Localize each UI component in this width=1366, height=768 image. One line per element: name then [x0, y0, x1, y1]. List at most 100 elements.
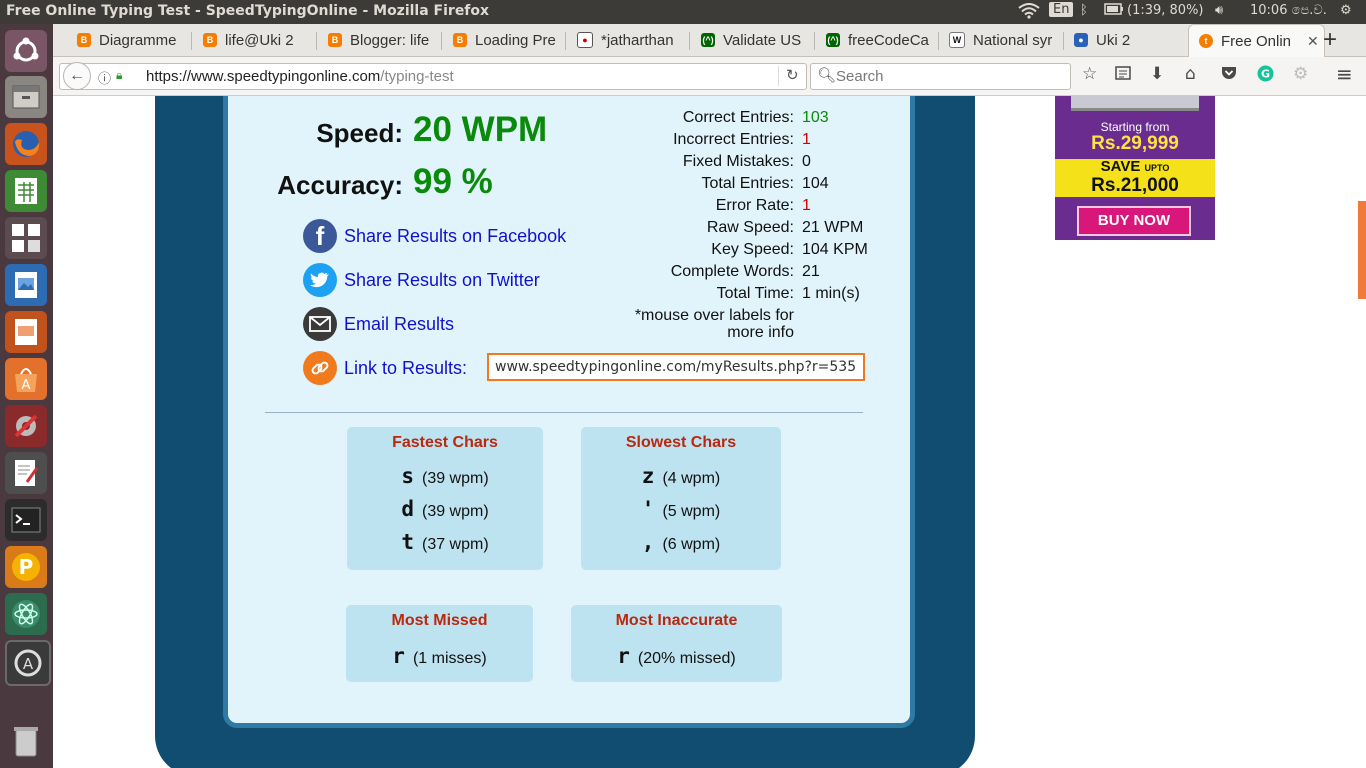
- tab-uki-2[interactable]: ● Uki 2: [1074, 24, 1174, 56]
- stat-value: 1: [802, 197, 811, 214]
- wikipedia-icon: W: [949, 32, 965, 48]
- search-input[interactable]: 🔍︎ Search: [810, 63, 1071, 90]
- tab-label: Uki 2: [1096, 31, 1131, 49]
- tab-free-online-active[interactable]: t Free Onlin ✕: [1188, 24, 1325, 57]
- bookmark-star-icon[interactable]: ☆: [1082, 64, 1097, 84]
- facebook-icon[interactable]: f: [303, 219, 337, 253]
- atom-editor-icon[interactable]: [5, 593, 47, 635]
- back-arrow-icon[interactable]: ←: [63, 62, 91, 90]
- url-bar[interactable]: ← ⓘ 🔒︎ https://www.speedtypingonline.com…: [59, 62, 807, 90]
- ad-price: Rs.29,999: [1091, 133, 1179, 154]
- ubuntu-dash-icon[interactable]: [5, 30, 47, 72]
- blogger-icon: B: [77, 33, 91, 47]
- clock[interactable]: 10:06 පෙ.ව.: [1250, 3, 1327, 18]
- stat-label[interactable]: Raw Speed:: [594, 219, 794, 237]
- share-twitter-row[interactable]: Share Results on Twitter: [303, 263, 540, 297]
- battery-icon[interactable]: [1104, 3, 1124, 19]
- most-missed-box: Most Missed r (1 misses): [346, 605, 533, 682]
- svg-text:G: G: [1261, 68, 1270, 81]
- stats-note-line: *mouse over labels for: [634, 307, 794, 324]
- stat-value: 104: [802, 175, 829, 192]
- firefox-icon[interactable]: [5, 123, 47, 165]
- wifi-icon[interactable]: [1018, 3, 1040, 23]
- section-divider: [265, 412, 863, 413]
- software-center-icon[interactable]: A: [5, 358, 47, 400]
- reading-list-icon[interactable]: [1115, 65, 1131, 86]
- files-icon[interactable]: [5, 76, 47, 118]
- stat-label[interactable]: Correct Entries:: [594, 109, 794, 127]
- share-twitter-link[interactable]: Share Results on Twitter: [344, 270, 540, 291]
- email-envelope-icon[interactable]: [303, 307, 337, 341]
- tab-life-uki[interactable]: Blife@Uki 2: [203, 24, 313, 56]
- share-facebook-link[interactable]: Share Results on Facebook: [344, 226, 566, 247]
- firefox-tab-bar: B Diagramme Blife@Uki 2 B Blogger: life BL…: [53, 24, 1366, 57]
- blogger-icon: B: [203, 33, 217, 47]
- software-updater-icon[interactable]: A: [5, 640, 51, 686]
- blogger-icon: B: [328, 33, 342, 47]
- most-inaccurate-title: Most Inaccurate: [615, 612, 738, 629]
- buy-now-button[interactable]: BUY NOW: [1077, 206, 1191, 236]
- settings-gear-icon[interactable]: ⚙: [1340, 3, 1352, 18]
- home-icon[interactable]: ⌂: [1185, 64, 1196, 84]
- fastest-chars-title: Fastest Chars: [392, 434, 498, 451]
- keyboard-layout-indicator[interactable]: En: [1049, 2, 1074, 17]
- info-icon[interactable]: ⓘ: [98, 68, 111, 87]
- keyboard-app-icon[interactable]: [5, 217, 47, 259]
- tab-validate-us[interactable]: (^) Validate US: [701, 24, 805, 56]
- stat-value: 0: [802, 153, 811, 170]
- tab-label: Free Onlin: [1221, 32, 1292, 50]
- tab-label: Validate US: [723, 31, 802, 49]
- tab-freecodecamp[interactable]: (^) freeCodeCa: [826, 24, 930, 56]
- search-icon: 🔍︎: [817, 67, 837, 84]
- stat-label[interactable]: Fixed Mistakes:: [594, 153, 794, 171]
- most-missed-row: r (1 misses): [392, 644, 487, 668]
- stat-value: 103: [802, 109, 829, 126]
- most-missed-title: Most Missed: [391, 612, 488, 629]
- link-results-row: Link to Results:: [303, 351, 467, 385]
- email-results-row[interactable]: Email Results: [303, 307, 454, 341]
- twitter-icon[interactable]: [303, 263, 337, 297]
- pidgin-p-icon[interactable]: P: [5, 546, 47, 588]
- results-link-field[interactable]: [487, 353, 865, 381]
- fastest-char-row: s (39 wpm): [401, 464, 489, 488]
- pocket-icon[interactable]: [1221, 65, 1237, 86]
- hamburger-menu-icon[interactable]: ≡: [1336, 62, 1353, 86]
- stat-label[interactable]: Key Speed:: [594, 241, 794, 259]
- spreadsheet-icon[interactable]: [5, 170, 47, 212]
- grammarly-icon[interactable]: G: [1257, 65, 1274, 87]
- volume-icon[interactable]: 🔊︎: [1215, 3, 1223, 18]
- advertisement-banner[interactable]: Starting from Rs.29,999 SAVE UPTO Rs.21,…: [1055, 96, 1215, 240]
- bluetooth-icon[interactable]: ᛒ: [1080, 3, 1088, 18]
- tab-loading-pre[interactable]: B Loading Pre: [453, 24, 557, 56]
- text-editor-icon[interactable]: [5, 452, 47, 494]
- tab-diagramme[interactable]: B Diagramme: [77, 24, 187, 56]
- stats-note-line: more info: [727, 324, 794, 341]
- email-results-link[interactable]: Email Results: [344, 314, 454, 335]
- presentation-icon[interactable]: [5, 311, 47, 353]
- stats-note: *mouse over labels for more info: [613, 307, 794, 341]
- page-scrollbar-thumb[interactable]: [1358, 201, 1366, 299]
- stat-label[interactable]: Total Time:: [594, 285, 794, 303]
- stat-label[interactable]: Incorrect Entries:: [594, 131, 794, 149]
- stat-label[interactable]: Total Entries:: [594, 175, 794, 193]
- trash-icon[interactable]: [5, 720, 47, 762]
- reload-icon[interactable]: ↻: [786, 66, 799, 84]
- speedtyping-icon: t: [1199, 34, 1213, 48]
- extension-icon[interactable]: ⚙: [1293, 64, 1308, 84]
- image-viewer-icon[interactable]: [5, 264, 47, 306]
- stat-label[interactable]: Complete Words:: [594, 263, 794, 281]
- tab-national-syr[interactable]: W National syr: [949, 24, 1059, 56]
- new-tab-plus-icon[interactable]: +: [1323, 24, 1343, 56]
- ad-starting-from: Starting from: [1100, 120, 1170, 134]
- download-icon[interactable]: ⬇: [1150, 64, 1164, 84]
- system-settings-icon[interactable]: [5, 405, 47, 447]
- stat-label[interactable]: Error Rate:: [594, 197, 794, 215]
- system-top-panel: Free Online Typing Test - SpeedTypingOnl…: [0, 0, 1366, 24]
- tab-jatharthan[interactable]: ● *jatharthan: [577, 24, 681, 56]
- close-tab-icon[interactable]: ✕: [1307, 33, 1319, 50]
- tab-blogger-life[interactable]: B Blogger: life: [328, 24, 432, 56]
- unity-launcher: A P A: [0, 24, 53, 768]
- ad-save-amount: Rs.21,000: [1091, 175, 1179, 196]
- share-facebook-row[interactable]: f Share Results on Facebook: [303, 219, 566, 253]
- terminal-icon[interactable]: [5, 499, 47, 541]
